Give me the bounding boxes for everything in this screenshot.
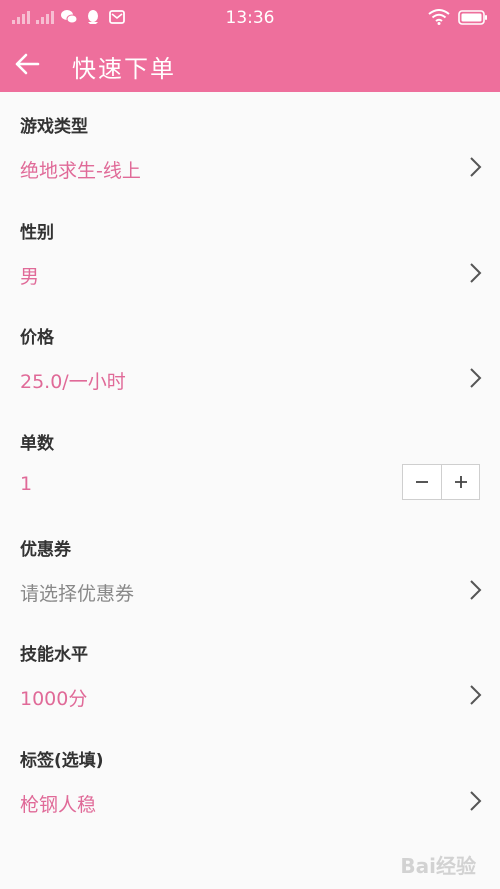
field-value: 男 — [20, 265, 40, 288]
quantity-stepper — [402, 464, 480, 500]
page-title: 快速下单 — [72, 55, 176, 83]
field-value: 枪钢人稳 — [20, 794, 97, 817]
field-label: 优惠券 — [20, 539, 71, 560]
status-right — [428, 9, 488, 29]
app-bar: 快速下单 — [0, 36, 500, 92]
field-price[interactable]: 价格 25.0/一小时 — [0, 303, 500, 409]
field-label: 性别 — [20, 222, 54, 243]
plus-icon — [454, 476, 467, 488]
arrow-left-icon — [15, 53, 40, 75]
back-button[interactable] — [12, 50, 42, 78]
field-value: 请选择优惠券 — [20, 582, 135, 605]
field-label: 游戏类型 — [20, 117, 88, 137]
field-coupon[interactable]: 优惠券 请选择优惠券 — [0, 515, 500, 621]
battery-icon — [458, 9, 488, 29]
chevron-right-icon — [470, 580, 482, 600]
chevron-right-icon — [470, 685, 482, 706]
order-form: 游戏类型 绝地求生-线上 性别 男 价格 25.0/一小时 单数 1 优惠券 请… — [0, 92, 500, 832]
status-bar: 13:36 — [0, 0, 500, 36]
field-value: 1000分 — [20, 688, 88, 711]
watermark: Bai经验 — [400, 854, 476, 878]
status-time: 13:36 — [225, 8, 275, 28]
field-label: 技能水平 — [20, 645, 88, 666]
wifi-icon — [428, 9, 450, 29]
field-value: 25.0/一小时 — [20, 371, 126, 394]
chevron-right-icon — [470, 262, 482, 283]
minus-icon — [416, 481, 428, 483]
chevron-right-icon — [470, 791, 482, 811]
chevron-right-icon — [470, 157, 482, 177]
field-gender[interactable]: 性别 男 — [0, 198, 500, 304]
field-skill-level[interactable]: 技能水平 1000分 — [0, 620, 500, 726]
increment-button[interactable] — [441, 465, 479, 499]
chevron-right-icon — [470, 368, 482, 389]
quantity-value: 1 — [20, 473, 33, 496]
decrement-button[interactable] — [403, 465, 441, 499]
field-tags[interactable]: 标签(选填) 枪钢人稳 — [0, 726, 500, 832]
field-label: 标签(选填) — [20, 751, 104, 772]
field-value: 绝地求生-线上 — [20, 160, 141, 182]
field-game-type[interactable]: 游戏类型 绝地求生-线上 — [0, 92, 500, 198]
field-label: 价格 — [20, 328, 54, 349]
field-label: 单数 — [20, 434, 54, 455]
